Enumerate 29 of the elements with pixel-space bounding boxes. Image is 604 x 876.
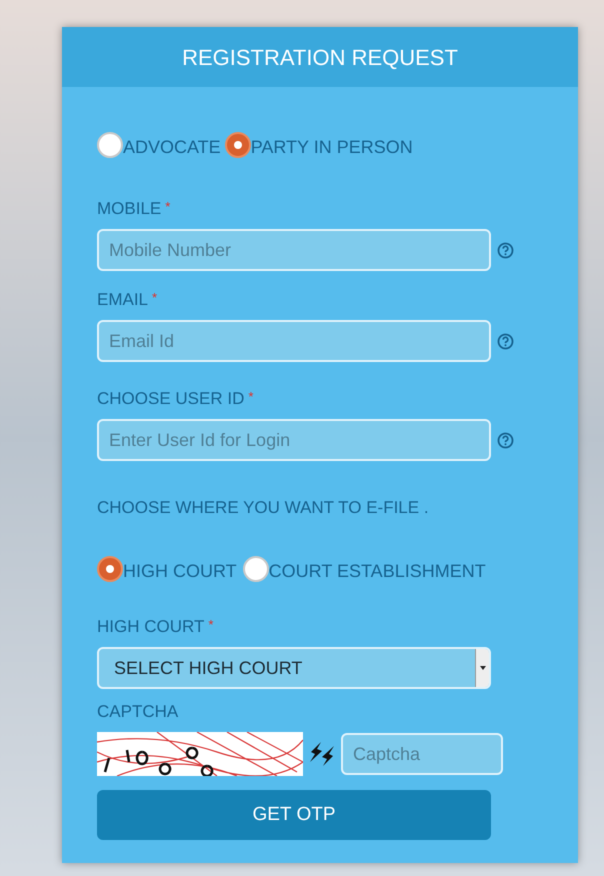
- field-label: HIGH COURT: [97, 618, 204, 635]
- court-select[interactable]: SELECT HIGH COURT: [97, 647, 491, 689]
- radio-button[interactable]: [97, 132, 123, 158]
- radio-option[interactable]: ADVOCATE: [97, 132, 221, 158]
- required-mark: *: [248, 390, 254, 403]
- radio-option[interactable]: HIGH COURT: [97, 556, 237, 582]
- help-icon[interactable]: [497, 332, 514, 350]
- radio-button[interactable]: [242, 556, 269, 582]
- get-otp-button[interactable]: GET OTP: [97, 790, 491, 840]
- required-mark: *: [165, 200, 170, 213]
- radio-option[interactable]: COURT ESTABLISHMENT: [242, 556, 486, 582]
- caret-icon: [480, 666, 486, 670]
- required-mark: *: [208, 618, 214, 631]
- required-mark: *: [152, 291, 158, 304]
- radio-button[interactable]: [224, 132, 251, 158]
- field-label: EMAIL: [97, 291, 148, 308]
- radio-option[interactable]: PARTY IN PERSON: [224, 132, 413, 158]
- help-icon[interactable]: [497, 242, 514, 258]
- card-title: REGISTRATION REQUEST: [182, 44, 458, 72]
- field-label: CHOOSE USER ID: [97, 390, 244, 407]
- field-label: CAPTCHA: [97, 703, 178, 720]
- efile-prompt: CHOOSE WHERE YOU WANT TO E-FILE .: [97, 499, 430, 516]
- captcha-input[interactable]: Captcha: [341, 733, 503, 775]
- help-icon[interactable]: [497, 432, 514, 448]
- text-input[interactable]: Mobile Number: [97, 229, 491, 271]
- text-input[interactable]: Email Id: [97, 320, 491, 362]
- radio-button[interactable]: [97, 556, 123, 582]
- field-label: MOBILE: [97, 200, 162, 217]
- text-input[interactable]: Enter User Id for Login: [97, 419, 491, 461]
